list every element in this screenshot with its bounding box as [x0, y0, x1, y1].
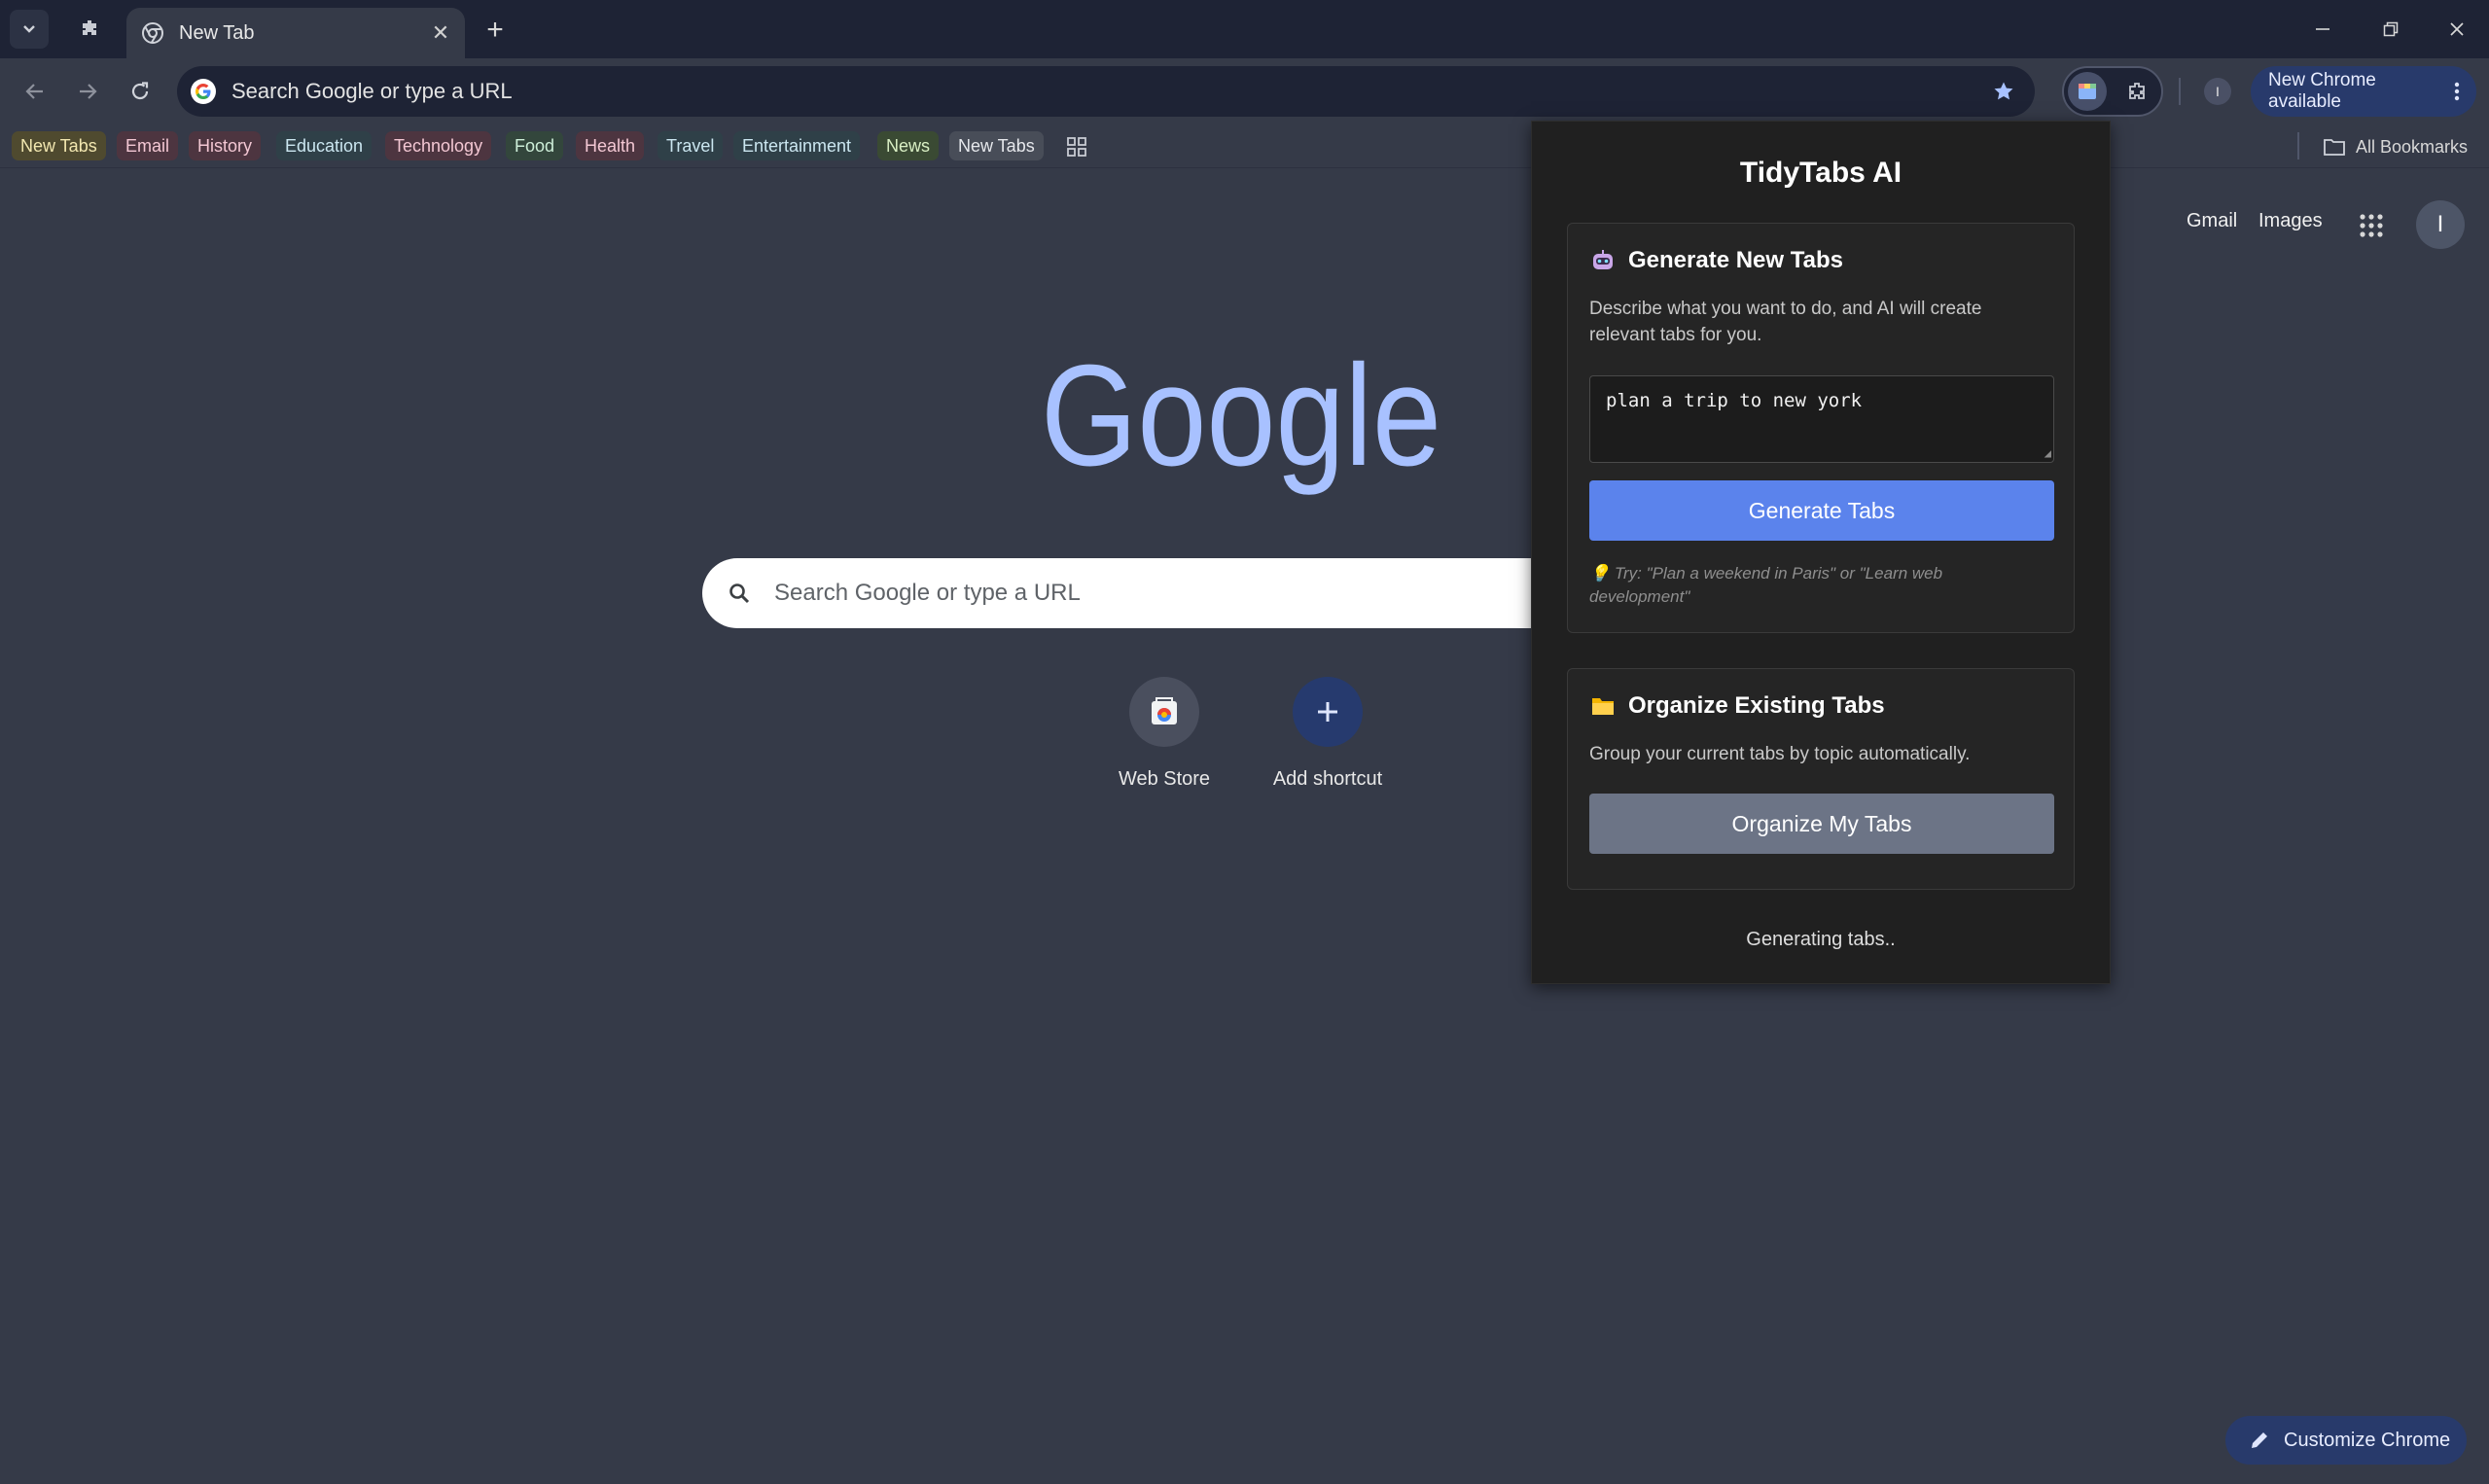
back-button[interactable]: [16, 72, 54, 111]
toolbar: Search Google or type a URL I New Chrome…: [0, 58, 2489, 124]
close-icon: [2450, 22, 2464, 36]
google-logo: Google: [1041, 348, 1441, 496]
tidytabs-extension-icon[interactable]: [2068, 72, 2107, 111]
bookmark-group-chip[interactable]: New Tabs: [12, 131, 106, 160]
chevron-down-icon: [23, 25, 35, 33]
pencil-icon: [2249, 1430, 2270, 1451]
forward-button[interactable]: [68, 72, 107, 111]
prompt-value: plan a trip to new york: [1606, 390, 1863, 411]
svg-text:Google: Google: [1041, 348, 1441, 496]
apps-grid-icon: [2360, 214, 2383, 237]
minimize-icon: [2316, 28, 2329, 30]
ntp-search-placeholder: Search Google or type a URL: [774, 580, 1081, 606]
toolbar-divider: [2179, 78, 2181, 105]
bookmarks-divider: [2297, 132, 2299, 159]
bookmark-group-chip[interactable]: Technology: [385, 131, 492, 160]
puzzle-icon: [83, 20, 96, 35]
bookmark-group-chip[interactable]: Travel: [658, 131, 724, 160]
bookmarks-bar: New Tabs Email History Education Technol…: [0, 124, 2489, 168]
chrome-icon: [140, 20, 165, 46]
organize-heading-text: Organize Existing Tabs: [1628, 692, 1885, 719]
address-bar[interactable]: Search Google or type a URL: [177, 66, 2035, 117]
organize-description: Group your current tabs by topic automat…: [1589, 744, 1971, 764]
shortcut-label: Add shortcut: [1272, 768, 1383, 790]
puzzle-icon: [2129, 83, 2145, 99]
tidytabs-popup: TidyTabs AI Generate New Tabs Describe w…: [1531, 121, 2111, 984]
address-bar-text: Search Google or type a URL: [231, 79, 513, 103]
bookmark-group-chip[interactable]: Email: [117, 131, 179, 160]
status-text: Generating tabs..: [1746, 929, 1896, 950]
extensions-group: [2062, 66, 2163, 117]
extension-shortcut-button[interactable]: [70, 10, 109, 49]
customize-label: Customize Chrome: [2284, 1429, 2451, 1451]
ntp-account-avatar[interactable]: I: [2416, 200, 2465, 249]
tab-close-icon[interactable]: ✕: [424, 17, 457, 50]
generate-hint: 💡 Try: "Plan a weekend in Paris" or "Lea…: [1589, 564, 1943, 606]
popup-title: TidyTabs AI: [1739, 157, 1902, 189]
tab-groups-grid-icon[interactable]: [1064, 134, 1089, 159]
bookmark-group-chip[interactable]: News: [877, 131, 940, 160]
bookmark-group-chip[interactable]: Education: [276, 131, 373, 160]
organize-card: Organize Existing Tabs Group your curren…: [1567, 668, 2075, 890]
organize-tabs-button[interactable]: Organize My Tabs: [1589, 794, 2054, 854]
extensions-menu-button[interactable]: [2118, 74, 2155, 111]
plus-icon: [1293, 677, 1363, 747]
tab-search-button[interactable]: [10, 10, 49, 49]
reload-button[interactable]: [121, 72, 160, 111]
arrow-left-icon: [25, 84, 43, 99]
more-vert-icon: [2445, 81, 2469, 102]
organize-heading: Organize Existing Tabs: [1589, 692, 1885, 720]
restore-icon: [2383, 21, 2399, 37]
shortcut-add[interactable]: Add shortcut: [1250, 677, 1405, 791]
active-tab[interactable]: New Tab ✕: [126, 8, 465, 58]
generate-card: Generate New Tabs Describe what you want…: [1567, 223, 2075, 633]
new-tab-button[interactable]: +: [477, 12, 514, 49]
generate-description: Describe what you want to do, and AI wil…: [1589, 299, 1982, 345]
generate-heading-text: Generate New Tabs: [1628, 247, 1843, 273]
all-bookmarks-label: All Bookmarks: [2356, 136, 2469, 157]
bookmark-group-chip[interactable]: Food: [506, 131, 564, 160]
google-apps-button[interactable]: [2352, 206, 2391, 245]
bookmark-group-chip[interactable]: New Tabs: [949, 131, 1044, 160]
tab-title: New Tab: [179, 21, 255, 44]
tab-strip: New Tab ✕ +: [0, 0, 2489, 58]
folder-icon: [2323, 137, 2346, 157]
gmail-link[interactable]: Gmail: [2187, 210, 2237, 232]
restore-button[interactable]: [2362, 8, 2420, 51]
shortcut-web-store[interactable]: Web Store: [1086, 677, 1242, 791]
bookmark-star-icon[interactable]: [1986, 74, 2021, 109]
customize-chrome-button[interactable]: Customize Chrome: [2225, 1416, 2467, 1465]
update-label: New Chrome available: [2268, 70, 2376, 112]
prompt-textarea[interactable]: plan a trip to new york ◢: [1589, 375, 2054, 463]
web-store-icon: [1129, 677, 1199, 747]
robot-icon: [1589, 247, 1617, 274]
all-bookmarks-button[interactable]: All Bookmarks: [2323, 132, 2468, 161]
reload-icon: [131, 82, 149, 100]
bookmark-group-chip[interactable]: Entertainment: [733, 131, 861, 160]
folder-icon: [1589, 692, 1617, 720]
minimize-button[interactable]: [2293, 8, 2352, 51]
images-link[interactable]: Images: [2258, 210, 2323, 232]
window-close-button[interactable]: [2428, 8, 2486, 51]
generate-heading: Generate New Tabs: [1589, 247, 1843, 274]
chrome-update-button[interactable]: New Chrome available: [2251, 66, 2476, 117]
google-g-icon: [191, 79, 216, 104]
generate-tabs-button[interactable]: Generate Tabs: [1589, 480, 2054, 541]
shortcut-label: Web Store: [1118, 768, 1211, 790]
bookmark-group-chip[interactable]: History: [189, 131, 262, 160]
profile-avatar[interactable]: I: [2204, 78, 2231, 105]
resize-handle-icon[interactable]: ◢: [2045, 446, 2051, 460]
arrow-right-icon: [80, 84, 97, 99]
bookmark-group-chip[interactable]: Health: [576, 131, 645, 160]
search-icon: [726, 580, 753, 607]
